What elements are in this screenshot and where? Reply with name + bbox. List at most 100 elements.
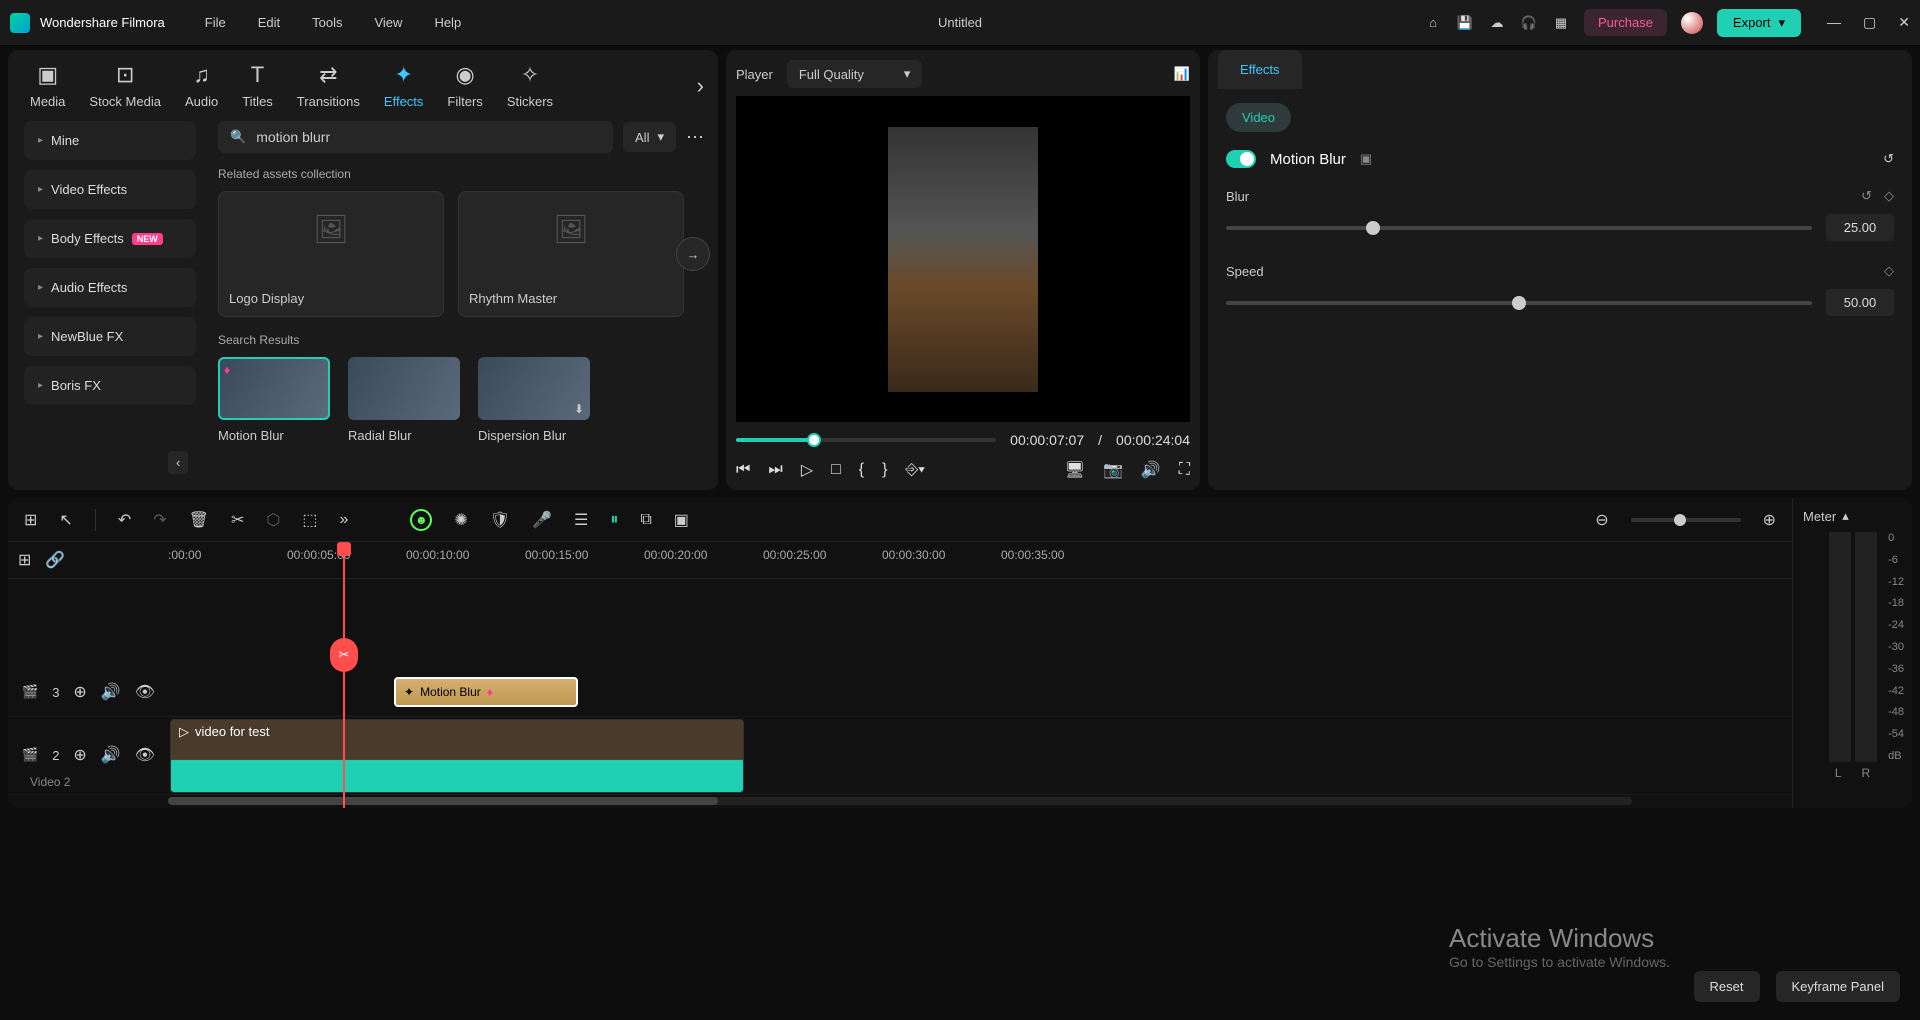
compare-icon[interactable]: ▣ [1360,151,1372,167]
mixer-icon[interactable]: ☰ [574,510,588,530]
fullscreen-icon[interactable]: ⛶ [1179,461,1190,479]
mark-in-button[interactable]: { [859,461,864,479]
undo-icon[interactable]: ↶ [118,510,131,530]
related-next-button[interactable]: → [676,237,710,271]
performance-icon[interactable]: 📊 [1174,66,1190,82]
play-button[interactable]: ▷ [801,460,813,480]
tab-transitions[interactable]: ⇄Transitions [289,58,368,113]
minimize-button[interactable]: — [1827,14,1841,31]
timeline-scrollbar[interactable] [8,795,1792,808]
keyframe-diamond-icon[interactable]: ◇ [1884,263,1894,279]
effect-enable-toggle[interactable] [1226,150,1256,168]
redo-icon[interactable]: ↷ [153,510,166,530]
menu-file[interactable]: File [205,15,226,30]
user-avatar[interactable] [1681,12,1703,34]
delete-icon[interactable]: 🗑 [189,510,209,530]
blur-slider-handle[interactable] [1366,221,1380,235]
result-motion-blur[interactable]: ♦ Motion Blur [218,357,330,443]
speed-value[interactable]: 50.00 [1826,289,1894,316]
layout-icon[interactable]: ⊞ [24,510,37,530]
effect-reset-icon[interactable]: ↺ [1883,151,1894,167]
split-icon[interactable]: ✂ [231,510,244,530]
crop-icon[interactable]: ⬚ [302,510,317,530]
step-back-button[interactable]: ⏭ [768,461,782,479]
result-radial-blur[interactable]: Radial Blur [348,357,460,443]
tab-stock-media[interactable]: ⊡Stock Media [81,58,169,113]
menu-tools[interactable]: Tools [312,15,342,30]
more-tools-icon[interactable]: » [339,511,348,529]
search-input[interactable] [256,129,601,145]
track-visible-icon[interactable]: 👁 [135,682,155,702]
result-dispersion-blur[interactable]: ⬇ Dispersion Blur [478,357,590,443]
asset-logo-display[interactable]: 🖼Logo Display [218,191,444,317]
clip-motion-blur[interactable]: ✦ Motion Blur ♦ [394,677,578,707]
properties-subtab-video[interactable]: Video [1226,103,1291,132]
quality-dropdown[interactable]: Full Quality▾ [787,60,923,88]
cat-boris-fx[interactable]: Boris FX [24,366,196,405]
track-visible-icon[interactable]: 👁 [135,745,155,765]
volume-icon[interactable]: 🔊 [1141,460,1161,480]
export-button[interactable]: Export▾ [1717,9,1801,37]
tab-filters[interactable]: ◉Filters [439,58,490,113]
collapse-sidebar-button[interactable]: ‹ [168,451,188,474]
maximize-button[interactable]: ▢ [1863,14,1876,31]
color-tool-icon[interactable]: ✺ [454,510,467,530]
prev-frame-button[interactable]: ⏮ [736,461,750,479]
reset-button[interactable]: Reset [1694,971,1760,1002]
mic-icon[interactable]: 🎤 [532,510,552,530]
cursor-tool-icon[interactable]: ↖ [59,510,72,530]
preview-viewport[interactable] [736,96,1190,422]
blur-value[interactable]: 25.00 [1826,214,1894,241]
zoom-slider[interactable] [1631,518,1741,522]
more-options-icon[interactable]: ⋯ [686,127,704,148]
clip-video[interactable]: ▷ video for test [170,719,744,793]
download-icon[interactable]: ⬇ [574,402,584,416]
properties-tab-effects[interactable]: Effects [1218,50,1302,89]
snapshot-icon[interactable]: 📷 [1103,460,1123,480]
tab-stickers[interactable]: ✧Stickers [499,58,561,113]
save-icon[interactable]: 💾 [1456,14,1474,32]
scrollbar-thumb[interactable] [168,797,718,805]
chevron-up-icon[interactable]: ▴ [1842,508,1849,524]
tabs-scroll-right[interactable]: › [697,73,704,99]
ai-tool-icon[interactable]: ☻ [410,509,432,531]
display-settings-icon[interactable]: 🖥 [1065,460,1085,480]
purchase-button[interactable]: Purchase [1584,9,1667,36]
group-icon[interactable]: ⬡ [266,510,280,530]
prop-reset-icon[interactable]: ↺ [1861,188,1872,204]
device-icon[interactable]: ⌂ [1424,14,1442,32]
asset-rhythm-master[interactable]: 🖼Rhythm Master [458,191,684,317]
cat-audio-effects[interactable]: Audio Effects [24,268,196,307]
menu-edit[interactable]: Edit [258,15,280,30]
cat-mine[interactable]: Mine [24,121,196,160]
mark-out-button[interactable]: } [882,461,887,479]
stop-button[interactable]: □ [831,461,841,479]
filter-dropdown[interactable]: All▾ [623,122,676,152]
tab-effects[interactable]: ✦Effects [376,58,432,113]
tab-media[interactable]: ▣Media [22,58,73,113]
tab-titles[interactable]: TTitles [234,58,281,113]
blur-slider[interactable] [1226,226,1812,230]
search-box[interactable]: 🔍 [218,121,613,153]
playhead[interactable]: ✂ [343,542,345,808]
tab-audio[interactable]: ♫Audio [177,58,226,113]
playhead-cut-icon[interactable]: ✂ [330,638,358,672]
render-icon[interactable]: ⧉ [640,511,651,529]
cat-newblue-fx[interactable]: NewBlue FX [24,317,196,356]
menu-view[interactable]: View [374,15,402,30]
track-mute-icon[interactable]: 🔊 [101,682,121,702]
add-track-icon[interactable]: ⊞ [18,550,31,570]
cloud-icon[interactable]: ☁ [1488,14,1506,32]
close-button[interactable]: ✕ [1898,14,1910,31]
speed-slider[interactable] [1226,301,1812,305]
zoom-handle[interactable] [1674,514,1686,526]
cat-video-effects[interactable]: Video Effects [24,170,196,209]
fit-icon[interactable]: ▣ [674,510,689,530]
keyframe-diamond-icon[interactable]: ◇ [1884,188,1894,204]
marker-menu[interactable]: ⎆▾ [905,461,925,479]
timeline-ruler[interactable]: ⊞ 🔗 :00:00 00:00:05:00 00:00:10:00 00:00… [8,542,1792,578]
zoom-out-icon[interactable]: ⊖ [1595,510,1608,530]
speed-slider-handle[interactable] [1512,296,1526,310]
marker-icon[interactable]: 🛡 [490,510,510,530]
link-icon[interactable]: 🔗 [45,550,65,570]
